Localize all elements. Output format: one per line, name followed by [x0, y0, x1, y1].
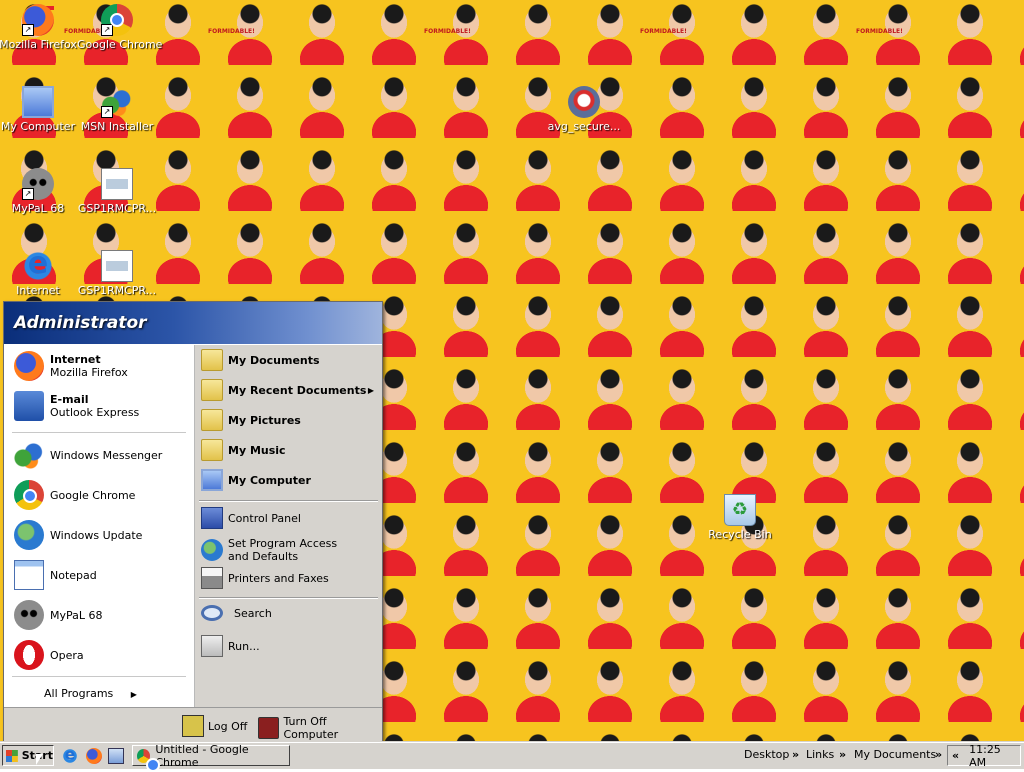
document-icon — [101, 250, 133, 282]
start-item-search[interactable]: Search — [201, 605, 376, 621]
desktop-icon-avg[interactable]: avg_secure... — [544, 86, 624, 133]
start-item-my-pictures[interactable]: My Pictures — [201, 409, 376, 431]
quick-launch-ie-icon[interactable] — [62, 746, 78, 764]
start-menu: Administrator Internet Mozilla Firefox E-… — [3, 301, 383, 745]
msn-icon: ↗ — [101, 86, 133, 118]
messenger-icon — [14, 440, 44, 470]
quick-launch-show-desktop-icon[interactable] — [108, 748, 124, 764]
start-item-my-computer[interactable]: My Computer — [201, 469, 376, 491]
desktop-icon-internet[interactable]: Internet — [0, 246, 78, 297]
start-item-my-documents[interactable]: My Documents — [201, 349, 376, 371]
desktop-icon-gsp-2[interactable]: GSP1RMCPR... — [77, 250, 157, 297]
start-item-mypal[interactable]: MyPaL 68 — [10, 598, 188, 632]
outlook-express-icon — [14, 391, 44, 421]
wallpaper-text: FORMIDABLE! — [208, 28, 255, 35]
separator — [12, 676, 186, 678]
toolbar-chevron-icon[interactable]: » — [792, 748, 799, 761]
chrome-icon — [137, 748, 161, 772]
clock[interactable]: 11:25 AM — [969, 743, 1020, 769]
separator — [199, 597, 378, 599]
desktop-icon-mypal[interactable]: ↗ MyPaL 68 — [0, 168, 78, 215]
start-menu-left-column: Internet Mozilla Firefox E-mail Outlook Ex… — [4, 345, 195, 708]
control-panel-icon — [201, 507, 223, 529]
chrome-icon — [14, 480, 44, 510]
notepad-icon — [14, 560, 44, 590]
desktop-icon-chrome[interactable]: ↗ Google Chrome — [77, 4, 162, 51]
wallpaper-text: FORMIDABLE! — [856, 28, 903, 35]
my-computer-icon — [22, 86, 54, 118]
start-item-google-chrome[interactable]: Google Chrome — [10, 478, 188, 512]
start-item-notepad[interactable]: Notepad — [10, 558, 188, 592]
system-tray: « 11:25 AM — [947, 743, 1021, 769]
arrow-right-icon: ▶ — [130, 690, 137, 699]
start-item-run[interactable]: Run... — [201, 635, 376, 657]
key-icon — [182, 715, 204, 737]
log-off-button[interactable]: Log Off — [182, 715, 247, 737]
wallpaper-text: FORMIDABLE! — [640, 28, 687, 35]
separator — [12, 432, 186, 434]
start-item-internet[interactable]: Internet Mozilla Firefox — [10, 349, 188, 383]
start-menu-user-name: Administrator — [4, 302, 382, 344]
chrome-icon: ↗ — [101, 4, 133, 36]
tray-expand-icon[interactable]: « — [952, 749, 959, 762]
windows-logo-icon — [6, 749, 18, 762]
printer-icon — [201, 567, 223, 589]
start-item-my-music[interactable]: My Music — [201, 439, 376, 461]
start-item-windows-messenger[interactable]: Windows Messenger — [10, 438, 188, 472]
start-item-email[interactable]: E-mail Outlook Express — [10, 389, 188, 423]
recycle-bin-icon — [724, 494, 756, 526]
desktop-icon-firefox[interactable]: ↗ Mozilla Firefox — [0, 4, 78, 51]
desktop-icon-recycle-bin[interactable]: Recycle Bin — [700, 494, 780, 541]
my-computer-icon — [201, 469, 223, 491]
desktop-icon-gsp-1[interactable]: GSP1RMCPR... — [77, 168, 157, 215]
search-icon — [201, 605, 223, 621]
start-item-my-recent-documents[interactable]: My Recent Documents ▶ — [201, 379, 376, 401]
recent-documents-icon — [201, 379, 223, 401]
pictures-folder-icon — [201, 409, 223, 431]
windows-update-icon — [14, 520, 44, 550]
firefox-icon — [14, 351, 44, 381]
document-icon — [101, 168, 133, 200]
toolbar-chevron-icon[interactable]: » — [839, 748, 846, 761]
mouse-cursor-icon — [36, 754, 43, 765]
toolbar-links[interactable]: Links — [806, 748, 834, 761]
arrow-right-icon: ▶ — [367, 385, 374, 395]
start-menu-right-column: My Documents My Recent Documents ▶ My Pi… — [195, 345, 382, 708]
taskbar: Start Untitled - Google Chrome Desktop »… — [0, 742, 1024, 772]
wallpaper-text: FORMIDABLE! — [424, 28, 471, 35]
folder-icon — [201, 349, 223, 371]
avg-icon — [568, 86, 600, 118]
toolbar-chevron-icon[interactable]: » — [935, 748, 942, 761]
start-item-opera[interactable]: Opera — [10, 638, 188, 672]
all-programs-button[interactable]: All Programs ▶ — [44, 687, 137, 700]
turn-off-computer-button[interactable]: Turn Off Computer — [258, 715, 382, 741]
desktop-icon-msn-installer[interactable]: ↗ MSN Installer — [77, 86, 157, 133]
start-item-control-panel[interactable]: Control Panel — [201, 507, 376, 529]
mypal-icon: ↗ — [22, 168, 54, 200]
start-item-set-program-access[interactable]: Set Program Access and Defaults — [201, 537, 376, 563]
toolbar-desktop[interactable]: Desktop — [744, 748, 789, 761]
run-icon — [201, 635, 223, 657]
start-item-windows-update[interactable]: Windows Update — [10, 518, 188, 552]
taskbar-button-chrome[interactable]: Untitled - Google Chrome — [132, 743, 290, 772]
desktop-icon-my-computer[interactable]: My Computer — [0, 86, 78, 133]
opera-icon — [14, 640, 44, 670]
internet-explorer-icon — [22, 246, 54, 282]
music-folder-icon — [201, 439, 223, 461]
mypal-icon — [14, 600, 44, 630]
start-item-printers-faxes[interactable]: Printers and Faxes — [201, 567, 376, 589]
separator — [199, 500, 378, 502]
power-icon — [258, 717, 280, 739]
firefox-icon: ↗ — [22, 4, 54, 36]
program-access-icon — [201, 539, 223, 561]
start-menu-footer: Log Off Turn Off Computer — [4, 707, 382, 744]
toolbar-my-documents[interactable]: My Documents — [854, 748, 936, 761]
start-button[interactable]: Start — [2, 745, 54, 766]
quick-launch-firefox-icon[interactable] — [86, 748, 102, 764]
